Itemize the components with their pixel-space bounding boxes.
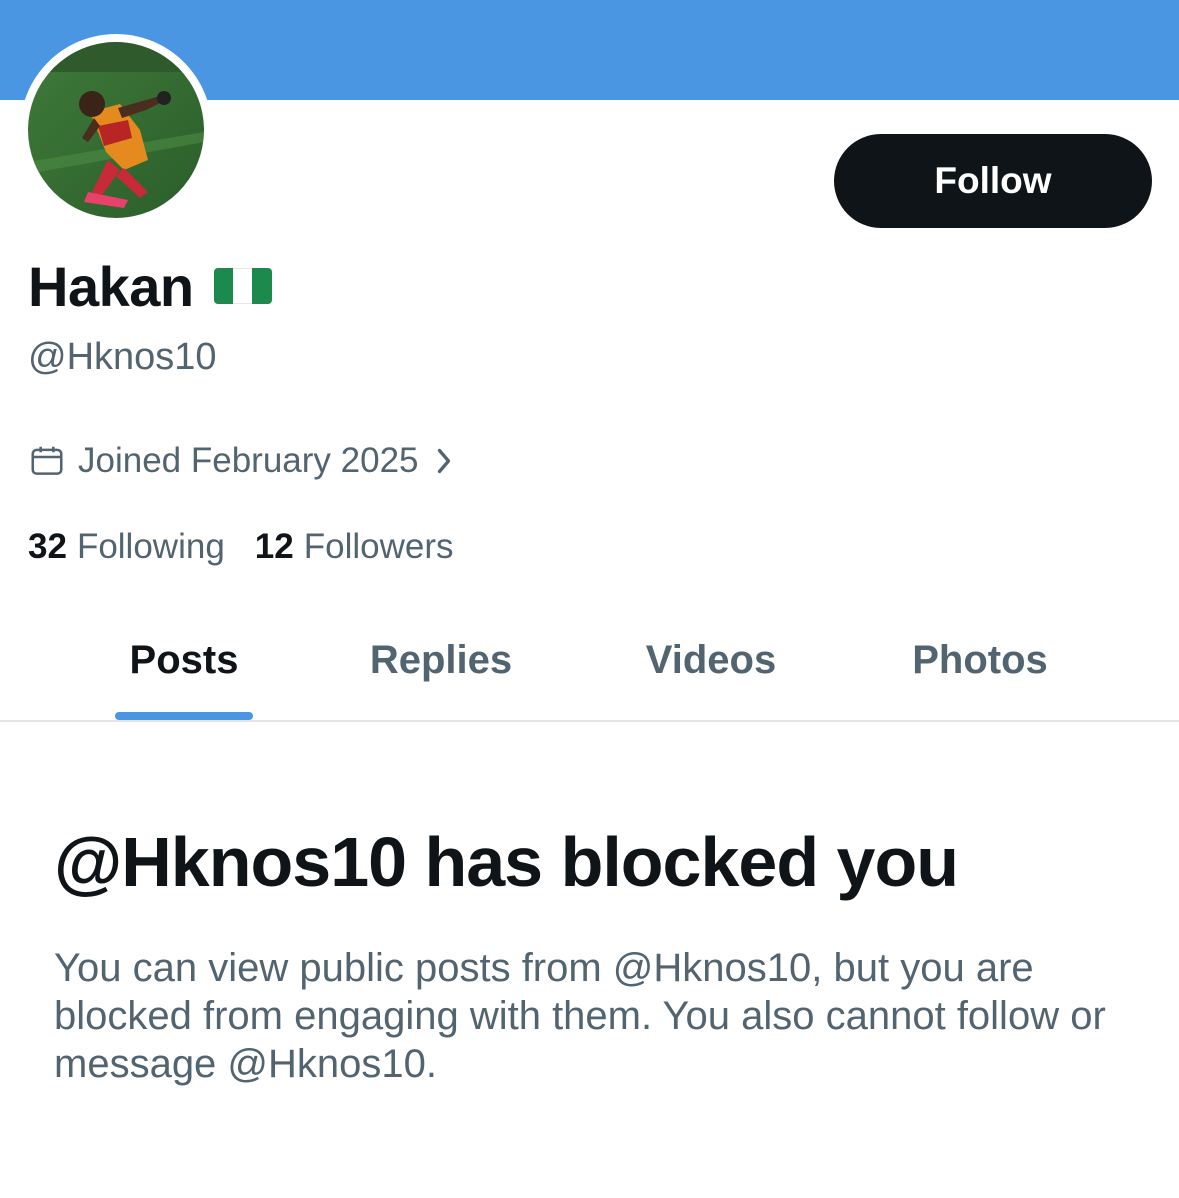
display-name: Hakan	[28, 254, 194, 318]
nigeria-flag-icon	[213, 268, 272, 304]
tab-posts[interactable]: Posts	[84, 600, 284, 720]
following-label: Following	[76, 527, 225, 566]
tab-replies[interactable]: Replies	[336, 600, 546, 720]
profile-tabs: Posts Replies Videos Photos	[0, 600, 1179, 722]
calendar-icon	[28, 442, 66, 480]
following-count: 32	[28, 527, 67, 566]
active-tab-indicator	[115, 712, 253, 720]
followers-stat[interactable]: 12 Followers	[255, 527, 454, 567]
profile-name-row: Hakan	[28, 254, 272, 318]
followers-count: 12	[254, 527, 294, 566]
tab-photos[interactable]: Photos	[874, 600, 1086, 720]
avatar-photo	[28, 42, 204, 218]
blocked-title: @Hknos10 has blocked you	[54, 823, 959, 901]
joined-text: Joined February 2025	[78, 441, 419, 480]
profile-handle: @Hknos10	[28, 336, 217, 378]
blocked-description: You can view public posts from @Hknos10,…	[54, 946, 1106, 1086]
avatar[interactable]	[28, 42, 204, 218]
following-stat[interactable]: 32 Following	[28, 527, 225, 567]
tab-videos[interactable]: Videos	[605, 600, 817, 720]
follow-stats: 32 Following 12 Followers	[28, 524, 454, 570]
chevron-right-icon	[433, 446, 455, 476]
joined-date[interactable]: Joined February 2025	[28, 438, 455, 484]
followers-label: Followers	[303, 527, 454, 566]
follow-button[interactable]: Follow	[834, 134, 1152, 228]
